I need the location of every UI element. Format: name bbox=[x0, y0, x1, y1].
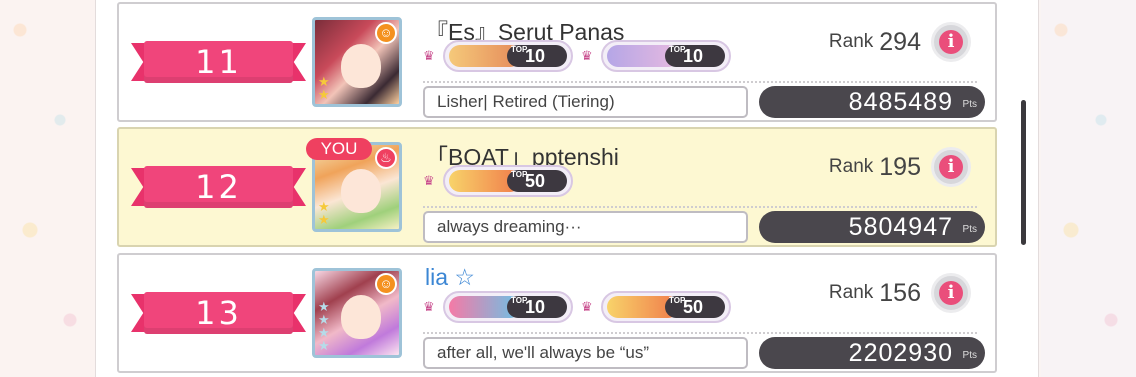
ranking-row[interactable]: 11 ★ ★ ☺ 『Es』Serut Panas ♛ TOP 10 ♛ TOP 10 bbox=[117, 2, 997, 122]
player-comment: Lisher| Retired (Tiering) bbox=[423, 86, 748, 118]
happy-face-icon: ☺ bbox=[375, 273, 397, 295]
avatar[interactable]: ★ ★ ☺ bbox=[312, 17, 402, 107]
rank-number: 12 bbox=[195, 168, 242, 206]
event-badges: ♛ TOP 50 bbox=[423, 165, 573, 197]
info-button[interactable]: i bbox=[931, 147, 971, 187]
points-value: 2202930 bbox=[848, 339, 953, 367]
event-points: 8485489 Pts bbox=[759, 86, 985, 118]
points-value: 8485489 bbox=[848, 88, 953, 116]
divider bbox=[423, 332, 977, 334]
event-points: 2202930 Pts bbox=[759, 337, 985, 369]
event-badge: TOP 10 bbox=[601, 40, 731, 72]
rank-number: 13 bbox=[195, 294, 242, 332]
event-badge: TOP 50 bbox=[443, 165, 573, 197]
rank-number: 11 bbox=[195, 43, 242, 81]
rank-banner: 11 bbox=[131, 41, 306, 83]
happy-face-icon: ☺ bbox=[375, 22, 397, 44]
info-icon: i bbox=[939, 30, 963, 54]
event-badges: ♛ TOP 10 ♛ TOP 10 bbox=[423, 40, 731, 72]
event-points: 5804947 Pts bbox=[759, 211, 985, 243]
points-unit: Pts bbox=[962, 350, 977, 361]
points-unit: Pts bbox=[962, 99, 977, 110]
player-rank: Rank 195 i bbox=[829, 147, 971, 187]
scrollbar[interactable] bbox=[1021, 100, 1026, 245]
star-icon: ★ ★ bbox=[318, 199, 330, 227]
crown-icon: ♛ bbox=[423, 173, 435, 188]
player-rank: Rank 294 i bbox=[829, 22, 971, 62]
info-icon: i bbox=[939, 281, 963, 305]
crown-icon: ♛ bbox=[423, 299, 435, 314]
info-button[interactable]: i bbox=[931, 22, 971, 62]
star-icon: ★ ★ bbox=[318, 74, 330, 102]
crown-icon: ♛ bbox=[581, 299, 593, 314]
event-badges: ♛ TOP 10 ♛ TOP 50 bbox=[423, 291, 731, 323]
player-rank-value: 195 bbox=[879, 152, 921, 181]
player-rank-value: 294 bbox=[879, 27, 921, 56]
points-value: 5804947 bbox=[848, 213, 953, 241]
info-icon: i bbox=[939, 155, 963, 179]
avatar[interactable]: ★ ★ ★ ★ ☺ bbox=[312, 268, 402, 358]
player-comment: after all, we'll always be “us” bbox=[423, 337, 748, 369]
event-badge: TOP 10 bbox=[443, 291, 573, 323]
you-badge: YOU bbox=[306, 138, 372, 160]
info-button[interactable]: i bbox=[931, 273, 971, 313]
star-icon: ★ ★ ★ ★ bbox=[318, 299, 330, 353]
player-comment: always dreaming··· bbox=[423, 211, 748, 243]
right-background-decoration bbox=[1041, 0, 1136, 377]
ranking-row[interactable]: 13 ★ ★ ★ ★ ☺ lia ☆ ♛ TOP 10 ♛ TOP 50 Ran… bbox=[117, 253, 997, 373]
crown-icon: ♛ bbox=[423, 48, 435, 63]
rank-banner: 13 bbox=[131, 292, 306, 334]
divider bbox=[423, 81, 977, 83]
event-badge: TOP 50 bbox=[601, 291, 731, 323]
crown-icon: ♛ bbox=[581, 48, 593, 63]
rank-banner: 12 bbox=[131, 166, 306, 208]
ranking-row-self[interactable]: 12 YOU ★ ★ ♨ 「BOAT」pptenshi ♛ TOP 50 Rank … bbox=[117, 127, 997, 247]
fire-icon: ♨ bbox=[375, 147, 397, 169]
left-background-decoration bbox=[0, 0, 95, 377]
points-unit: Pts bbox=[962, 224, 977, 235]
divider bbox=[423, 206, 977, 208]
player-name: lia ☆ bbox=[425, 264, 476, 290]
player-rank-value: 156 bbox=[879, 278, 921, 307]
player-rank: Rank 156 i bbox=[829, 273, 971, 313]
ranking-list[interactable]: 11 ★ ★ ☺ 『Es』Serut Panas ♛ TOP 10 ♛ TOP 10 bbox=[95, 0, 1039, 377]
event-badge: TOP 10 bbox=[443, 40, 573, 72]
